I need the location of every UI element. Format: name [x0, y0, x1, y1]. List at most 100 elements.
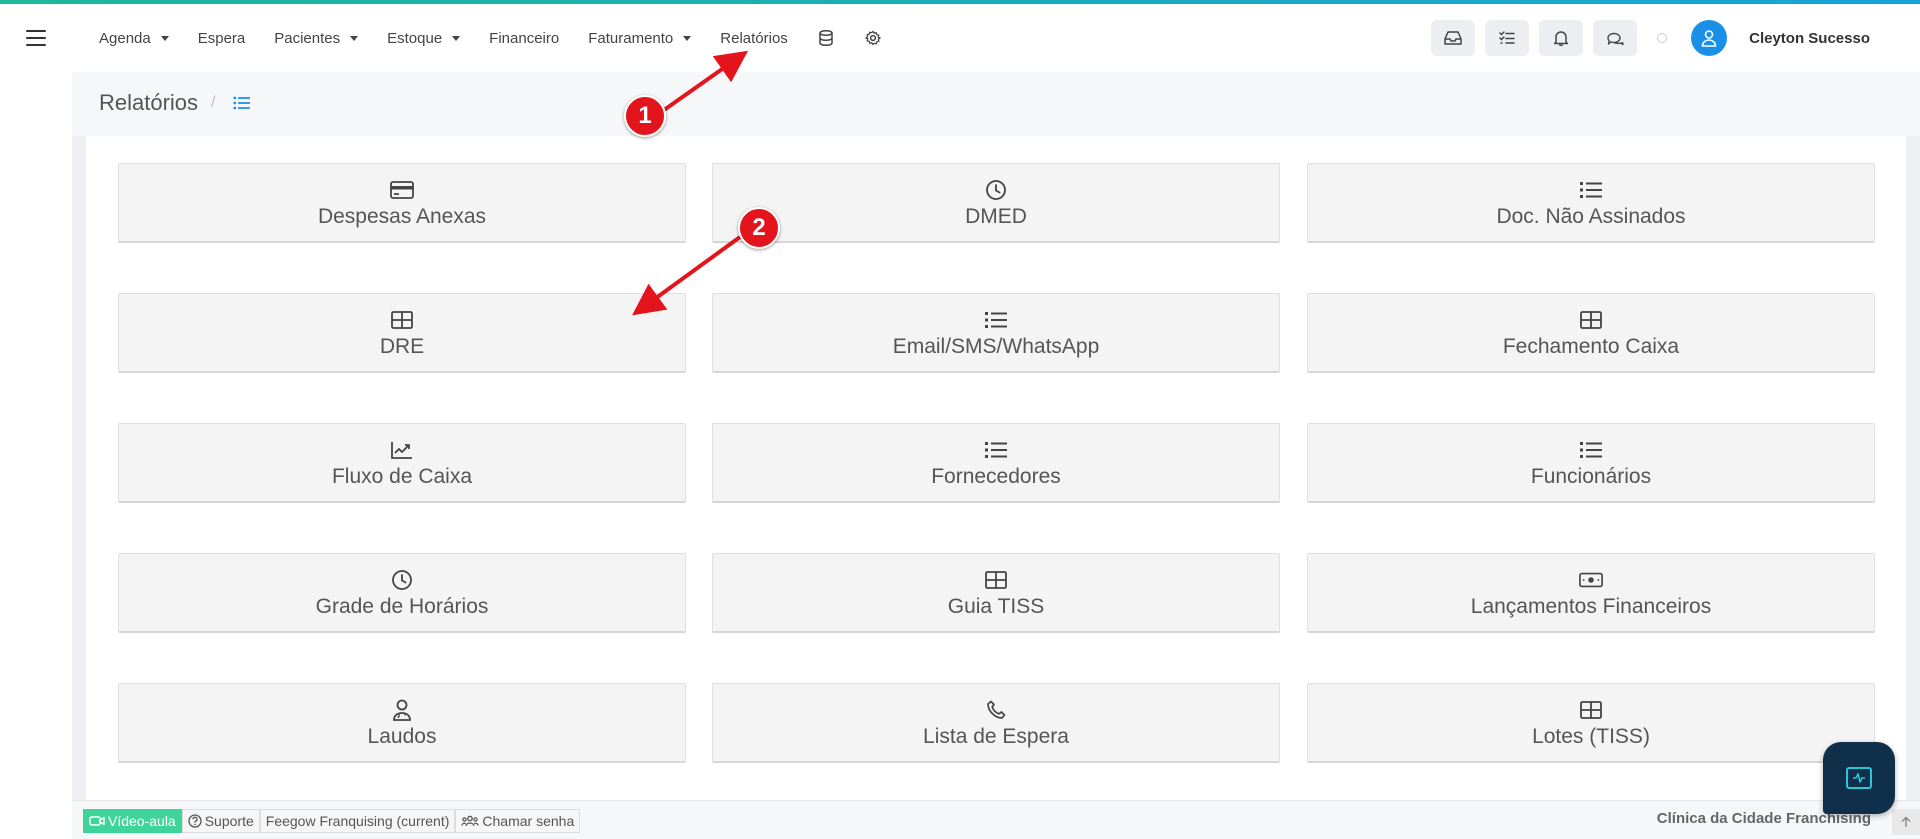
list-icon: [1579, 179, 1603, 201]
floating-help-button[interactable]: [1823, 742, 1895, 814]
clock-icon: [390, 569, 414, 591]
users-icon: [461, 815, 480, 827]
report-card[interactable]: Fornecedores: [712, 423, 1280, 503]
gear-icon[interactable]: [864, 29, 882, 47]
report-card[interactable]: Doc. Não Assinados: [1307, 163, 1875, 243]
list-icon: [984, 439, 1008, 461]
report-card-label: Fornecedores: [931, 465, 1061, 488]
annotation-badge-1: 1: [624, 95, 666, 137]
report-card-label: Despesas Anexas: [317, 205, 487, 228]
report-card[interactable]: Funcionários: [1307, 423, 1875, 503]
caret-down-icon: [160, 35, 169, 41]
report-card[interactable]: DRE: [118, 293, 686, 373]
chart-line-icon: [390, 439, 414, 461]
question-circle-icon: [188, 814, 202, 828]
database-icon[interactable]: [817, 29, 835, 47]
table-icon: [1579, 699, 1603, 721]
report-card[interactable]: Lista de Espera: [712, 683, 1280, 763]
scroll-top-button[interactable]: [1892, 809, 1920, 835]
report-card[interactable]: Despesas Anexas: [118, 163, 686, 243]
user-name[interactable]: Cleyton Sucesso: [1749, 30, 1870, 47]
caret-down-icon: [683, 35, 692, 41]
report-card[interactable]: Fechamento Caixa: [1307, 293, 1875, 373]
user-avatar[interactable]: [1691, 20, 1728, 56]
report-card-label: Lista de Espera: [923, 725, 1069, 748]
report-card-label: Fechamento Caixa: [1502, 335, 1680, 358]
report-card-label: DMED: [965, 205, 1027, 228]
report-card-label: Fluxo de Caixa: [331, 465, 473, 488]
user-doctor-icon: [390, 699, 414, 721]
table-icon: [390, 309, 414, 331]
table-icon: [984, 569, 1008, 591]
caret-down-icon: [452, 35, 461, 41]
hamburger-icon[interactable]: [26, 30, 46, 46]
page-title: Relatórios: [99, 90, 199, 115]
menu-relatorios[interactable]: Relatórios: [720, 30, 788, 47]
top-navbar: Agenda Espera Pacientes Estoque Financei…: [0, 4, 1920, 72]
credit-card-icon: [390, 179, 414, 201]
inbox-icon[interactable]: [1431, 20, 1476, 56]
menu-espera[interactable]: Espera: [198, 30, 246, 47]
list-icon: [984, 309, 1008, 331]
report-card-label: Lotes (TISS): [1532, 725, 1650, 748]
menu-faturamento[interactable]: Faturamento: [588, 29, 692, 47]
header-tools: Cleyton Sucesso: [1431, 4, 1920, 72]
list-icon[interactable]: [233, 96, 251, 115]
menu-pacientes[interactable]: Pacientes: [274, 29, 359, 47]
report-card-label: Grade de Horários: [315, 595, 489, 618]
support-button[interactable]: Suporte: [181, 809, 260, 833]
report-card[interactable]: Guia TISS: [712, 553, 1280, 633]
menu-label: Espera: [197, 29, 246, 47]
footer-bar: Vídeo-aula Suporte Feegow Franquising (c…: [72, 800, 1920, 839]
report-card[interactable]: Lotes (TISS): [1307, 683, 1875, 763]
call-password-label: Chamar senha: [482, 813, 575, 829]
menu-agenda[interactable]: Agenda: [99, 30, 169, 47]
report-card[interactable]: DMED: [712, 163, 1280, 243]
video-lesson-button[interactable]: Vídeo-aula: [83, 809, 182, 833]
company-switch-button[interactable]: Feegow Franquising (current): [259, 809, 456, 833]
menu-label: Estoque: [387, 29, 443, 47]
report-card[interactable]: Lançamentos Financeiros: [1307, 553, 1875, 633]
menu-label: Relatórios: [720, 29, 788, 47]
table-icon: [1579, 309, 1603, 331]
page-header: Relatórios /: [72, 72, 1920, 136]
phone-icon: [984, 699, 1008, 721]
money-icon: [1579, 569, 1603, 591]
report-card-label: DRE: [379, 335, 425, 358]
breadcrumb-separator: /: [211, 94, 216, 111]
right-gutter: [1906, 72, 1920, 800]
arrow-up-icon: [1901, 816, 1911, 827]
report-card[interactable]: Fluxo de Caixa: [118, 423, 686, 503]
report-card-label: Funcionários: [1530, 465, 1652, 488]
status-indicator: [1657, 33, 1668, 43]
menu-label: Faturamento: [588, 29, 674, 47]
video-camera-icon: [89, 816, 105, 826]
report-card[interactable]: Laudos: [118, 683, 686, 763]
report-card-label: Laudos: [367, 725, 437, 748]
menu-label: Pacientes: [274, 29, 341, 47]
chat-widget-icon: [1846, 767, 1872, 789]
menu-label: Agenda: [99, 29, 151, 47]
video-lesson-label: Vídeo-aula: [108, 813, 176, 829]
menu-financeiro[interactable]: Financeiro: [489, 30, 559, 47]
footer-buttons: Vídeo-aula Suporte Feegow Franquising (c…: [83, 809, 581, 833]
report-card[interactable]: Email/SMS/WhatsApp: [712, 293, 1280, 373]
clock-icon: [984, 179, 1008, 201]
caret-down-icon: [350, 35, 359, 41]
chat-icon[interactable]: [1593, 20, 1638, 56]
call-password-button[interactable]: Chamar senha: [455, 809, 581, 833]
checklist-icon[interactable]: [1485, 20, 1530, 56]
menu-estoque[interactable]: Estoque: [387, 29, 461, 47]
support-label: Suporte: [204, 813, 254, 829]
report-card-label: Lançamentos Financeiros: [1470, 595, 1712, 618]
annotation-badge-2: 2: [738, 207, 780, 249]
list-icon: [1579, 439, 1603, 461]
company-label: Feegow Franquising (current): [265, 813, 450, 829]
report-card-label: Doc. Não Assinados: [1496, 205, 1686, 228]
main-menu: Agenda Espera Pacientes Estoque Financei…: [99, 4, 911, 72]
report-card-label: Email/SMS/WhatsApp: [892, 335, 1100, 358]
report-card-label: Guia TISS: [947, 595, 1045, 618]
left-gutter: [72, 72, 86, 839]
report-card[interactable]: Grade de Horários: [118, 553, 686, 633]
bell-icon[interactable]: [1539, 20, 1584, 56]
